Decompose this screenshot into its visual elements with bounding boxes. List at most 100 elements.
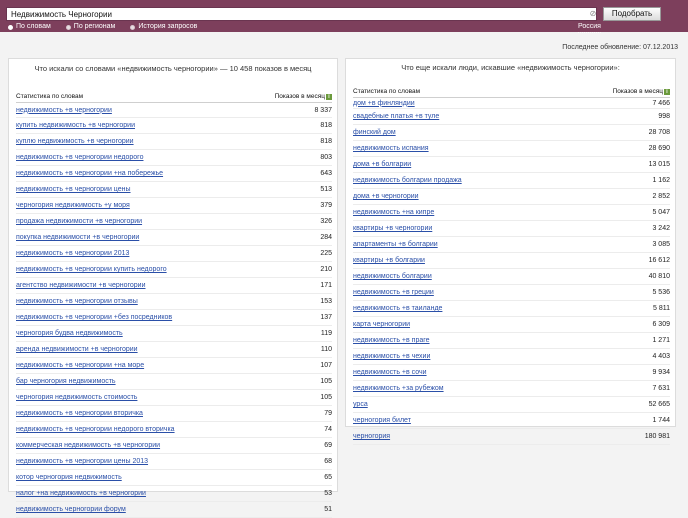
region-selector[interactable]: Россия — [578, 22, 601, 33]
impressions-count: 1 271 — [652, 337, 670, 344]
keyword-link[interactable]: купить недвижимость +в черногории — [16, 122, 135, 129]
related-panel: Что еще искали люди, искавшие «недвижимо… — [345, 58, 676, 445]
table-row: коммерческая недвижимость +в черногории 6… — [16, 438, 332, 454]
impressions-count: 284 — [320, 234, 332, 241]
keyword-link[interactable]: недвижимость +на кипре — [353, 209, 434, 216]
keyword-link[interactable]: черногория будва недвижимость — [16, 330, 123, 337]
table-row: недвижимость +в черногории отзывы 153 — [16, 294, 332, 310]
impressions-count: 4 403 — [652, 353, 670, 360]
keywords-panel: Что искали со словами «недвижимость черн… — [8, 58, 338, 518]
impressions-count: 65 — [324, 474, 332, 481]
keyword-link[interactable]: покупка недвижимости +в черногории — [16, 234, 139, 241]
keyword-link[interactable]: недвижимость +в сочи — [353, 369, 427, 376]
keyword-link[interactable]: недвижимость +в черногории +на побережье — [16, 170, 163, 177]
keyword-link[interactable]: черногория недвижимость +у моря — [16, 202, 130, 209]
table-row: продажа недвижимости +в черногории 326 — [16, 214, 332, 230]
impressions-count: 5 811 — [653, 305, 670, 312]
keywords-table-header: Статистика по словам Показов в месяц i — [16, 93, 332, 103]
search-input[interactable] — [6, 7, 597, 21]
keyword-link[interactable]: недвижимость +в таиланде — [353, 305, 442, 312]
table-row: недвижимость +в черногории +на море 107 — [16, 358, 332, 374]
impressions-count: 110 — [320, 346, 332, 353]
keyword-link[interactable]: агентство недвижимости +в черногории — [16, 282, 146, 289]
impressions-count: 818 — [320, 138, 332, 145]
impressions-count: 5 536 — [652, 289, 670, 296]
clear-search-icon[interactable]: ⊘ — [588, 8, 598, 20]
keyword-link[interactable]: недвижимость черногории форум — [16, 506, 126, 513]
keyword-link[interactable]: недвижимость +в греции — [353, 289, 434, 296]
keyword-link[interactable]: черногория билет — [353, 417, 411, 424]
keyword-link[interactable]: свадебные платья +в туле — [353, 113, 439, 120]
table-row: бар черногория недвижимость 105 — [16, 374, 332, 390]
impressions-count: 210 — [320, 266, 332, 273]
impressions-count: 74 — [324, 426, 332, 433]
mode-by-words[interactable]: По словам — [8, 22, 51, 32]
impressions-count: 225 — [320, 250, 332, 257]
keyword-link[interactable]: недвижимость +в черногории отзывы — [16, 298, 138, 305]
keyword-link[interactable]: недвижимость +в черногории — [16, 107, 112, 114]
keyword-link[interactable]: недвижимость +в черногории недорого втор… — [16, 426, 175, 433]
mode-by-words-label: По словам — [16, 23, 51, 30]
keyword-link[interactable]: урса — [353, 401, 368, 408]
table-row: квартиры +в болгарии 16 612 — [353, 253, 670, 269]
table-row: карта черногории 6 309 — [353, 317, 670, 333]
keyword-link[interactable]: дома +в болгарии — [353, 161, 411, 168]
keyword-link[interactable]: недвижимость +в черногории вторичка — [16, 410, 143, 417]
keyword-link[interactable]: дом +в финляндии — [353, 100, 415, 107]
count-column-header: Показов в месяц i — [613, 88, 670, 96]
impressions-count: 105 — [320, 378, 332, 385]
impressions-count: 643 — [320, 170, 332, 177]
keyword-link[interactable]: куплю недвижимость +в черногории — [16, 138, 134, 145]
keyword-link[interactable]: недвижимость +в черногории +без посредни… — [16, 314, 172, 321]
table-row: недвижимость +за рубежом 7 631 — [353, 381, 670, 397]
keyword-link[interactable]: аренда недвижимости +в черногории — [16, 346, 138, 353]
table-row: недвижимость +в черногории цены 2013 68 — [16, 454, 332, 470]
keyword-link[interactable]: дома +в черногории — [353, 193, 419, 200]
table-row: черногория недвижимость стоимость 105 — [16, 390, 332, 406]
search-button[interactable]: Подобрать — [603, 7, 661, 21]
keyword-link[interactable]: недвижимость +в праге — [353, 337, 430, 344]
keyword-link[interactable]: недвижимость +в черногории недорого — [16, 154, 143, 161]
mode-history[interactable]: История запросов — [130, 22, 197, 32]
keyword-link[interactable]: котор черногория недвижимость — [16, 474, 122, 481]
keyword-link[interactable]: недвижимость +в черногории 2013 — [16, 250, 129, 257]
keyword-link[interactable]: карта черногории — [353, 321, 410, 328]
keywords-table-body: недвижимость +в черногории 8 337 купить не… — [9, 103, 337, 518]
keyword-link[interactable]: недвижимость болгарии — [353, 273, 432, 280]
impressions-count: 79 — [324, 410, 332, 417]
keyword-link[interactable]: квартиры +в черногории — [353, 225, 432, 232]
keyword-link[interactable]: недвижимость +в чехии — [353, 353, 430, 360]
keyword-link[interactable]: бар черногория недвижимость — [16, 378, 116, 385]
impressions-count: 137 — [320, 314, 332, 321]
table-row: недвижимость болгарии 40 810 — [353, 269, 670, 285]
keyword-link[interactable]: недвижимость болгарии продажа — [353, 177, 462, 184]
impressions-count: 379 — [320, 202, 332, 209]
keyword-link[interactable]: налог +на недвижимость +в черногории — [16, 490, 146, 497]
keyword-link[interactable]: коммерческая недвижимость +в черногории — [16, 442, 160, 449]
impressions-count: 171 — [320, 282, 332, 289]
impressions-count: 105 — [320, 394, 332, 401]
impressions-count: 803 — [320, 154, 332, 161]
impressions-count: 7 631 — [652, 385, 670, 392]
keyword-link[interactable]: недвижимость испания — [353, 145, 429, 152]
info-icon[interactable]: i — [664, 89, 670, 95]
keyword-link[interactable]: черногория недвижимость стоимость — [16, 394, 137, 401]
table-row: недвижимость +в черногории +без посредни… — [16, 310, 332, 326]
info-icon[interactable]: i — [326, 94, 332, 100]
keyword-link[interactable]: черногория — [353, 433, 390, 440]
keyword-link[interactable]: недвижимость +за рубежом — [353, 385, 444, 392]
keyword-link[interactable]: продажа недвижимости +в черногории — [16, 218, 142, 225]
keyword-link[interactable]: недвижимость +в черногории цены 2013 — [16, 458, 148, 465]
keyword-link[interactable]: квартиры +в болгарии — [353, 257, 425, 264]
mode-by-regions[interactable]: По регионам — [65, 22, 115, 32]
keyword-link[interactable]: недвижимость +в черногории +на море — [16, 362, 144, 369]
keyword-link[interactable]: апартаменты +в болгарии — [353, 241, 438, 248]
impressions-count: 107 — [320, 362, 332, 369]
table-row: дом +в финляндии 7 466 — [353, 98, 670, 109]
keyword-link[interactable]: недвижимость +в черногории цены — [16, 186, 131, 193]
keyword-link[interactable]: финский дом — [353, 129, 396, 136]
impressions-count: 513 — [320, 186, 332, 193]
table-row: недвижимость +в праге 1 271 — [353, 333, 670, 349]
table-row: покупка недвижимости +в черногории 284 — [16, 230, 332, 246]
keyword-link[interactable]: недвижимость +в черногории купить недоро… — [16, 266, 167, 273]
